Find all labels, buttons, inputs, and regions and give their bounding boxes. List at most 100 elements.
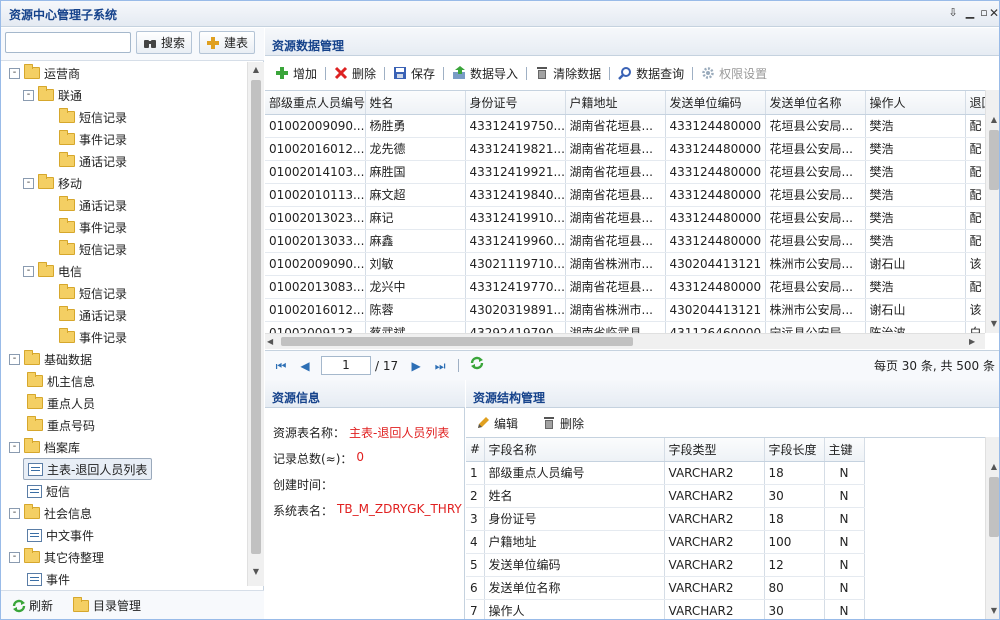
tree-node[interactable]: - 社会信息 xyxy=(9,502,92,524)
permission-button[interactable]: 权限设置 xyxy=(695,65,773,82)
scroll-left-icon[interactable]: ◀ xyxy=(267,334,279,349)
tree-scrollbar[interactable]: ▲ ▼ xyxy=(247,62,264,586)
delete-field-button[interactable]: 删除 xyxy=(536,415,590,432)
collapse-icon[interactable]: - xyxy=(9,507,20,519)
clear-data-button[interactable]: 清除数据 xyxy=(529,65,607,82)
page-input[interactable]: 1 xyxy=(321,356,371,375)
column-header[interactable]: 部级重点人员编号 xyxy=(265,91,366,115)
table-row[interactable]: 01002009123... 蔡武斌 43292419790... 湖南省临武县...… xyxy=(265,321,985,333)
tree-node[interactable]: 通话记录 xyxy=(41,304,127,326)
table-row[interactable]: 01002016012... 陈蓉 43020319891... 湖南省株洲市... 4… xyxy=(265,298,985,322)
search-button[interactable]: 搜索 xyxy=(136,31,193,54)
scroll-right-icon[interactable]: ▶ xyxy=(969,334,981,349)
tree-node[interactable]: 短信记录 xyxy=(41,106,127,128)
build-table-button[interactable]: 建表 xyxy=(199,31,256,54)
column-header[interactable]: # xyxy=(466,438,485,462)
table-row[interactable]: 01002010113... 麻文超 43312419840... 湖南省花垣县...… xyxy=(265,183,985,207)
column-header[interactable]: 字段名称 xyxy=(484,438,665,462)
tree-node[interactable]: 短信记录 xyxy=(41,238,127,260)
scroll-down-icon[interactable]: ▼ xyxy=(986,603,999,619)
tree-node[interactable]: 事件记录 xyxy=(41,216,127,238)
tree-search-input[interactable] xyxy=(5,32,131,53)
table-row[interactable]: 4 户籍地址 VARCHAR2 100 N xyxy=(466,530,865,554)
tree-scroll-thumb[interactable] xyxy=(251,80,261,554)
tree-node[interactable]: 事件记录 xyxy=(41,128,127,150)
collapse-icon[interactable]: - xyxy=(9,67,20,79)
tree-node[interactable]: 短信记录 xyxy=(41,282,127,304)
table-row[interactable]: 7 操作人 VARCHAR2 30 N xyxy=(466,599,865,619)
table-row[interactable]: 01002009090... 杨胜勇 43312419750... 湖南省花垣县...… xyxy=(265,114,985,138)
table-row[interactable]: 6 发送单位名称 VARCHAR2 80 N xyxy=(466,576,865,600)
catalog-manage-button[interactable]: 目录管理 xyxy=(73,596,141,614)
delete-button[interactable]: 删除 xyxy=(328,65,382,82)
grid-hscrollbar[interactable]: ◀ ▶ xyxy=(265,333,985,349)
column-header[interactable]: 身份证号 xyxy=(465,91,566,115)
tree-node[interactable]: 通话记录 xyxy=(41,150,127,172)
close-icon[interactable]: ✕ xyxy=(987,5,999,21)
table-row[interactable]: 01002013083... 龙兴中 43312419770... 湖南省花垣县...… xyxy=(265,275,985,299)
next-page-icon[interactable]: ▶ xyxy=(404,356,428,376)
grid-vscroll-thumb[interactable] xyxy=(989,130,999,190)
tree-node[interactable]: 事件 xyxy=(23,568,70,590)
table-row[interactable]: 01002014103... 麻胜国 43312419921... 湖南省花垣县...… xyxy=(265,160,985,184)
scroll-down-icon[interactable]: ▼ xyxy=(248,564,264,580)
column-header[interactable]: 字段长度 xyxy=(764,438,825,462)
scroll-up-icon[interactable]: ▲ xyxy=(986,459,999,475)
table-row[interactable]: 1 部级重点人员编号 VARCHAR2 18 N xyxy=(466,461,865,485)
table-row[interactable]: 01002013033... 麻鑫 43312419960... 湖南省花垣县... 4… xyxy=(265,229,985,253)
grid-hscroll-thumb[interactable] xyxy=(281,337,633,346)
structure-scroll-thumb[interactable] xyxy=(989,477,999,537)
tree-node[interactable]: 重点人员 xyxy=(23,392,95,414)
reload-icon[interactable] xyxy=(465,356,489,376)
tree-node[interactable]: - 基础数据 xyxy=(9,348,92,370)
collapse-icon[interactable]: - xyxy=(9,441,20,453)
tree-node[interactable]: 重点号码 xyxy=(23,414,95,436)
column-header[interactable]: 姓名 xyxy=(365,91,466,115)
scroll-up-icon[interactable]: ▲ xyxy=(986,112,999,128)
edit-button[interactable]: 编辑 xyxy=(470,415,524,432)
tree-node[interactable]: - 运营商 xyxy=(9,62,80,84)
add-button[interactable]: 增加 xyxy=(269,65,323,82)
column-header[interactable]: 字段类型 xyxy=(664,438,765,462)
collapse-icon[interactable]: - xyxy=(23,177,34,189)
tree-node[interactable]: 事件记录 xyxy=(41,326,127,348)
collapse-icon[interactable]: - xyxy=(9,551,20,563)
table-row[interactable]: 5 发送单位编码 VARCHAR2 12 N xyxy=(466,553,865,577)
column-header[interactable]: 发送单位名称 xyxy=(765,91,866,115)
tree-node[interactable]: 主表-退回人员列表 xyxy=(23,458,153,480)
tree-node[interactable]: - 其它待整理 xyxy=(9,546,104,568)
table-row[interactable]: 01002016012... 龙先德 43312419821... 湖南省花垣县...… xyxy=(265,137,985,161)
scroll-down-icon[interactable]: ▼ xyxy=(986,316,999,332)
tree-node[interactable]: - 档案库 xyxy=(9,436,80,458)
minimize-icon[interactable]: ▁ xyxy=(963,5,977,21)
tree-node[interactable]: 通话记录 xyxy=(41,194,127,216)
tree-node[interactable]: - 电信 xyxy=(23,260,82,282)
first-page-icon[interactable]: ⏮ xyxy=(269,356,293,376)
collapse-icon[interactable]: - xyxy=(23,89,34,101)
last-page-icon[interactable]: ⏭ xyxy=(428,356,452,376)
grid-vscrollbar[interactable]: ▲ ▼ xyxy=(985,90,999,333)
query-button[interactable]: 数据查询 xyxy=(612,65,690,82)
tree-node[interactable]: 机主信息 xyxy=(23,370,95,392)
collapse-icon[interactable]: - xyxy=(9,353,20,365)
table-row[interactable]: 3 身份证号 VARCHAR2 18 N xyxy=(466,507,865,531)
import-button[interactable]: 数据导入 xyxy=(446,65,524,82)
structure-scrollbar[interactable]: ▲ ▼ xyxy=(985,437,999,619)
table-row[interactable]: 2 姓名 VARCHAR2 30 N xyxy=(466,484,865,508)
tree-node[interactable]: - 联通 xyxy=(23,84,82,106)
column-header[interactable]: 户籍地址 xyxy=(565,91,666,115)
collapse-icon[interactable]: - xyxy=(23,265,34,277)
column-header[interactable]: 退回事 xyxy=(965,91,985,115)
column-header[interactable]: 操作人 xyxy=(865,91,966,115)
save-button[interactable]: 保存 xyxy=(387,65,441,82)
tree-node[interactable]: - 移动 xyxy=(23,172,82,194)
refresh-button[interactable]: 刷新 xyxy=(11,597,53,614)
pin-icon[interactable]: ⇩ xyxy=(946,5,960,21)
column-header[interactable]: 主键 xyxy=(824,438,865,462)
tree-node[interactable]: 中文事件 xyxy=(23,524,94,546)
table-row[interactable]: 01002013023... 麻记 43312419910... 湖南省花垣县... 4… xyxy=(265,206,985,230)
column-header[interactable]: 发送单位编码 xyxy=(665,91,766,115)
table-row[interactable]: 01002009090... 刘敏 43021119710... 湖南省株洲市... 4… xyxy=(265,252,985,276)
scroll-up-icon[interactable]: ▲ xyxy=(248,62,264,78)
prev-page-icon[interactable]: ◀ xyxy=(293,356,317,376)
